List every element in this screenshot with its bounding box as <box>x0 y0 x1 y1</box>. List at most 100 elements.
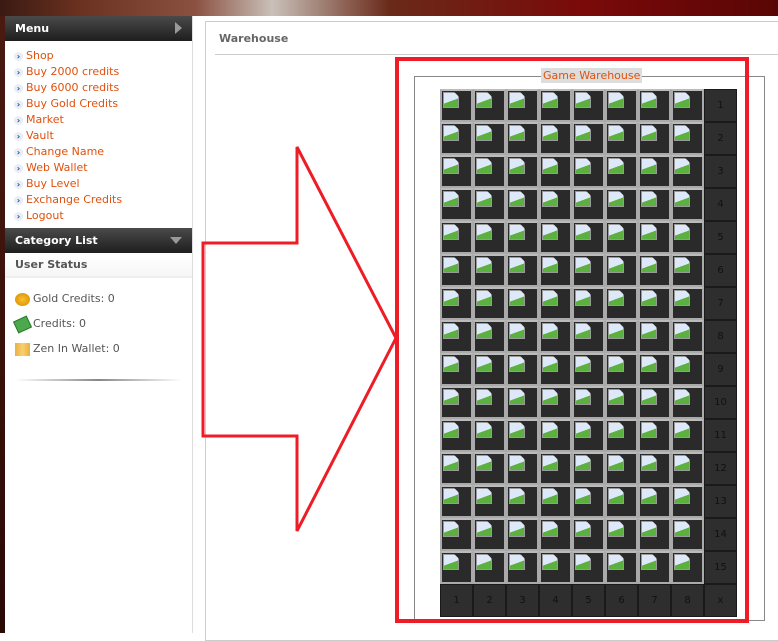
warehouse-slot[interactable] <box>671 89 704 122</box>
warehouse-slot[interactable] <box>572 386 605 419</box>
warehouse-slot[interactable] <box>638 485 671 518</box>
warehouse-slot[interactable] <box>473 386 506 419</box>
warehouse-slot[interactable] <box>473 254 506 287</box>
menu-item[interactable]: › Buy Gold Credits <box>14 96 192 112</box>
chevron-down-icon[interactable] <box>170 237 182 244</box>
warehouse-slot[interactable] <box>605 287 638 320</box>
warehouse-slot[interactable] <box>671 188 704 221</box>
warehouse-slot[interactable] <box>539 485 572 518</box>
warehouse-slot[interactable] <box>506 452 539 485</box>
menu-item[interactable]: › Exchange Credits <box>14 192 192 208</box>
warehouse-slot[interactable] <box>506 122 539 155</box>
warehouse-slot[interactable] <box>440 254 473 287</box>
warehouse-slot[interactable] <box>572 287 605 320</box>
warehouse-slot[interactable] <box>539 386 572 419</box>
warehouse-slot[interactable] <box>473 287 506 320</box>
warehouse-slot[interactable] <box>440 188 473 221</box>
warehouse-slot[interactable] <box>440 485 473 518</box>
menu-item-label[interactable]: Market <box>26 113 64 126</box>
warehouse-slot[interactable] <box>539 518 572 551</box>
warehouse-slot[interactable] <box>539 155 572 188</box>
warehouse-slot[interactable] <box>506 419 539 452</box>
warehouse-slot[interactable] <box>572 89 605 122</box>
warehouse-slot[interactable] <box>572 188 605 221</box>
warehouse-slot[interactable] <box>671 122 704 155</box>
warehouse-slot[interactable] <box>671 485 704 518</box>
warehouse-slot[interactable] <box>605 353 638 386</box>
warehouse-slot[interactable] <box>671 254 704 287</box>
warehouse-slot[interactable] <box>605 386 638 419</box>
warehouse-slot[interactable] <box>572 419 605 452</box>
warehouse-slot[interactable] <box>539 287 572 320</box>
warehouse-slot[interactable] <box>473 551 506 584</box>
warehouse-slot[interactable] <box>605 518 638 551</box>
warehouse-slot[interactable] <box>473 89 506 122</box>
warehouse-slot[interactable] <box>572 518 605 551</box>
warehouse-slot[interactable] <box>671 287 704 320</box>
warehouse-slot[interactable] <box>473 122 506 155</box>
warehouse-slot[interactable] <box>506 485 539 518</box>
warehouse-slot[interactable] <box>539 254 572 287</box>
warehouse-slot[interactable] <box>440 287 473 320</box>
warehouse-slot[interactable] <box>605 551 638 584</box>
warehouse-slot[interactable] <box>671 221 704 254</box>
warehouse-slot[interactable] <box>539 419 572 452</box>
warehouse-slot[interactable] <box>539 122 572 155</box>
warehouse-slot[interactable] <box>539 188 572 221</box>
warehouse-slot[interactable] <box>506 518 539 551</box>
warehouse-slot[interactable] <box>572 221 605 254</box>
warehouse-slot[interactable] <box>473 485 506 518</box>
warehouse-slot[interactable] <box>638 89 671 122</box>
warehouse-slot[interactable] <box>638 155 671 188</box>
warehouse-slot[interactable] <box>671 419 704 452</box>
warehouse-slot[interactable] <box>671 320 704 353</box>
warehouse-slot[interactable] <box>539 89 572 122</box>
menu-item-label[interactable]: Buy Gold Credits <box>26 97 118 110</box>
menu-item-label[interactable]: Exchange Credits <box>26 193 122 206</box>
warehouse-slot[interactable] <box>605 89 638 122</box>
warehouse-slot[interactable] <box>572 353 605 386</box>
menu-item-label[interactable]: Buy 2000 credits <box>26 65 119 78</box>
menu-item[interactable]: › Change Name <box>14 144 192 160</box>
warehouse-slot[interactable] <box>572 320 605 353</box>
warehouse-slot[interactable] <box>440 89 473 122</box>
menu-item-label[interactable]: Web Wallet <box>26 161 88 174</box>
warehouse-slot[interactable] <box>605 155 638 188</box>
warehouse-slot[interactable] <box>671 452 704 485</box>
warehouse-slot[interactable] <box>473 155 506 188</box>
menu-item[interactable]: › Shop <box>14 48 192 64</box>
warehouse-slot[interactable] <box>572 551 605 584</box>
warehouse-slot[interactable] <box>539 353 572 386</box>
warehouse-slot[interactable] <box>605 452 638 485</box>
warehouse-slot[interactable] <box>473 518 506 551</box>
warehouse-slot[interactable] <box>440 518 473 551</box>
warehouse-slot[interactable] <box>638 551 671 584</box>
warehouse-slot[interactable] <box>605 254 638 287</box>
menu-item[interactable]: › Market <box>14 112 192 128</box>
warehouse-slot[interactable] <box>572 254 605 287</box>
warehouse-slot[interactable] <box>638 452 671 485</box>
warehouse-slot[interactable] <box>506 254 539 287</box>
warehouse-slot[interactable] <box>506 386 539 419</box>
warehouse-slot[interactable] <box>473 320 506 353</box>
warehouse-slot[interactable] <box>440 419 473 452</box>
warehouse-slot[interactable] <box>671 551 704 584</box>
warehouse-slot[interactable] <box>638 188 671 221</box>
category-list-header[interactable]: Category List <box>5 228 192 253</box>
warehouse-slot[interactable] <box>572 155 605 188</box>
warehouse-slot[interactable] <box>572 485 605 518</box>
warehouse-slot[interactable] <box>638 518 671 551</box>
warehouse-slot[interactable] <box>605 221 638 254</box>
warehouse-slot[interactable] <box>473 452 506 485</box>
warehouse-slot[interactable] <box>638 221 671 254</box>
warehouse-slot[interactable] <box>506 188 539 221</box>
warehouse-slot[interactable] <box>605 320 638 353</box>
warehouse-slot[interactable] <box>506 353 539 386</box>
warehouse-slot[interactable] <box>638 254 671 287</box>
warehouse-slot[interactable] <box>605 122 638 155</box>
warehouse-slot[interactable] <box>506 155 539 188</box>
warehouse-slot[interactable] <box>539 221 572 254</box>
warehouse-slot[interactable] <box>671 518 704 551</box>
warehouse-slot[interactable] <box>473 353 506 386</box>
menu-item-label[interactable]: Change Name <box>26 145 104 158</box>
